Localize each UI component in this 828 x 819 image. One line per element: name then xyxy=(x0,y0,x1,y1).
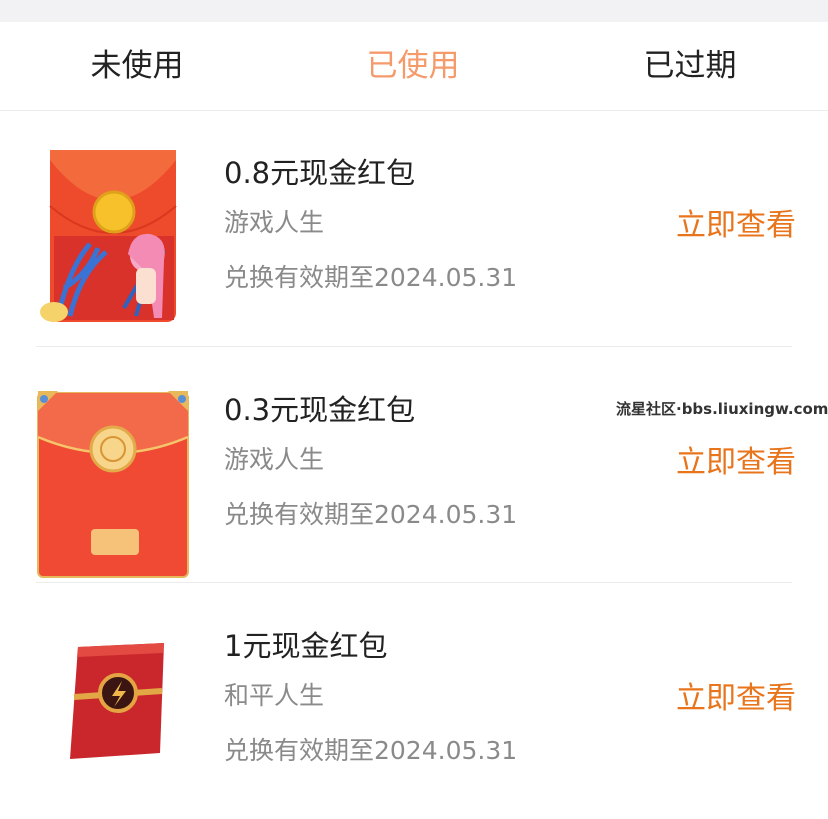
lightning-red-envelope-icon xyxy=(70,643,164,759)
coupon-expiry: 兑换有效期至2024.05.31 xyxy=(224,263,518,292)
anime-red-envelope-icon xyxy=(40,150,177,322)
top-strip xyxy=(0,0,828,22)
coupon-card: 1元现金红包 和平人生 兑换有效期至2024.05.31 立即查看 xyxy=(0,583,828,819)
coupon-game: 游戏人生 xyxy=(224,445,325,474)
coupon-title: 0.8元现金红包 xyxy=(224,156,416,190)
tab-expired[interactable]: 已过期 xyxy=(580,22,800,110)
tab-bar: 未使用 已使用 已过期 xyxy=(0,22,828,111)
coupon-game: 和平人生 xyxy=(224,681,325,710)
coupon-expiry: 兑换有效期至2024.05.31 xyxy=(224,736,518,765)
coupon-card: 0.3元现金红包 游戏人生 兑换有效期至2024.05.31 立即查看 xyxy=(0,347,828,583)
coupon-title: 1元现金红包 xyxy=(224,629,388,663)
view-now-button[interactable]: 立即查看 xyxy=(660,673,796,717)
coupon-title: 0.3元现金红包 xyxy=(224,393,416,427)
tab-unused[interactable]: 未使用 xyxy=(27,22,247,110)
view-now-button[interactable]: 立即查看 xyxy=(660,200,796,244)
watermark: 流星社区·bbs.liuxingw.com xyxy=(616,400,828,418)
coupon-game: 游戏人生 xyxy=(224,208,325,237)
tab-used[interactable]: 已使用 xyxy=(303,22,523,110)
coupon-expiry: 兑换有效期至2024.05.31 xyxy=(224,500,518,529)
game-red-envelope-icon xyxy=(37,391,189,578)
coupon-card: 0.8元现金红包 游戏人生 兑换有效期至2024.05.31 立即查看 xyxy=(0,110,828,346)
view-now-button[interactable]: 立即查看 xyxy=(660,437,796,481)
